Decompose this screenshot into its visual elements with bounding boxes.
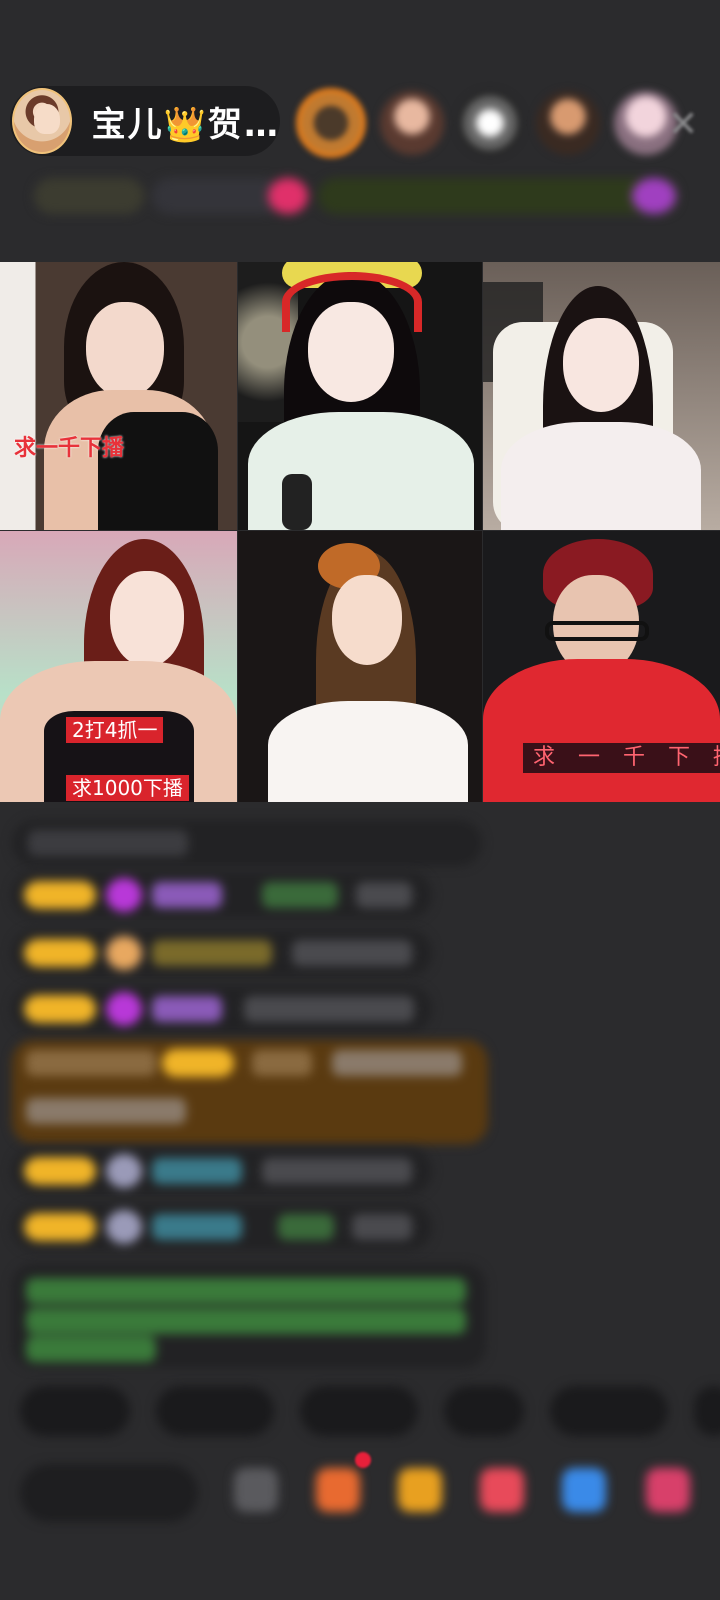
info-chip[interactable] bbox=[152, 178, 282, 214]
chat-message bbox=[12, 930, 432, 976]
host-name: 宝儿👑贺… bbox=[91, 104, 280, 145]
tile-caption: 求1000下播 bbox=[66, 775, 189, 801]
video-tile-1[interactable]: 求一千下播 bbox=[0, 262, 237, 530]
multi-guest-video-grid: 求一千下播 2打4抓一 求1000下播 求 一 千 下 bbox=[0, 262, 720, 802]
info-chip[interactable] bbox=[632, 178, 676, 214]
tile-caption: 求 一 千 下 播 bbox=[523, 743, 720, 773]
tile-caption: 求一千下播 bbox=[14, 436, 125, 461]
more-icon[interactable] bbox=[646, 1468, 690, 1512]
host-avatar[interactable] bbox=[12, 88, 72, 154]
quick-reply-row bbox=[20, 1386, 720, 1440]
video-tile-6[interactable]: 求 一 千 下 播 bbox=[483, 531, 720, 802]
chat-input[interactable] bbox=[20, 1464, 198, 1522]
info-chip[interactable] bbox=[268, 178, 308, 214]
emoji-icon[interactable] bbox=[234, 1468, 278, 1512]
pk-icon[interactable] bbox=[480, 1468, 524, 1512]
notification-dot bbox=[355, 1452, 371, 1468]
chat-message bbox=[12, 986, 432, 1032]
gift-icon[interactable] bbox=[398, 1468, 442, 1512]
chat-message bbox=[12, 872, 432, 918]
viewer-avatar[interactable] bbox=[380, 91, 444, 155]
viewer-avatar[interactable] bbox=[536, 91, 600, 155]
video-tile-4[interactable]: 2打4抓一 求1000下播 bbox=[0, 531, 237, 802]
viewer-avatar[interactable] bbox=[296, 88, 366, 158]
system-notice bbox=[12, 1264, 486, 1368]
quick-reply-chip[interactable] bbox=[300, 1386, 418, 1436]
quick-reply-chip[interactable] bbox=[444, 1386, 524, 1436]
video-tile-3[interactable] bbox=[483, 262, 720, 530]
chat-message bbox=[12, 1148, 432, 1194]
quick-reply-chip[interactable] bbox=[20, 1386, 130, 1436]
video-tile-2[interactable] bbox=[238, 262, 482, 530]
quick-reply-chip[interactable] bbox=[156, 1386, 274, 1436]
video-tile-5[interactable] bbox=[238, 531, 482, 802]
bottom-toolbar bbox=[0, 1458, 720, 1528]
stream-info-row bbox=[22, 174, 692, 218]
viewer-avatar-list bbox=[296, 88, 678, 158]
viewer-avatar[interactable] bbox=[458, 91, 522, 155]
chat-message bbox=[12, 820, 482, 866]
gift-box-icon[interactable] bbox=[316, 1468, 360, 1512]
quick-reply-chip[interactable] bbox=[550, 1386, 668, 1436]
quick-reply-chip[interactable] bbox=[694, 1386, 720, 1436]
game-icon[interactable] bbox=[562, 1468, 606, 1512]
close-icon[interactable]: ✕ bbox=[668, 104, 698, 145]
host-info-pill[interactable]: 宝儿👑贺… bbox=[10, 86, 280, 156]
chat-message-highlighted bbox=[12, 1040, 488, 1144]
chat-message bbox=[12, 1204, 432, 1250]
info-chip[interactable] bbox=[318, 178, 678, 214]
info-chip[interactable] bbox=[34, 178, 144, 214]
tile-caption: 2打4抓一 bbox=[66, 717, 164, 743]
